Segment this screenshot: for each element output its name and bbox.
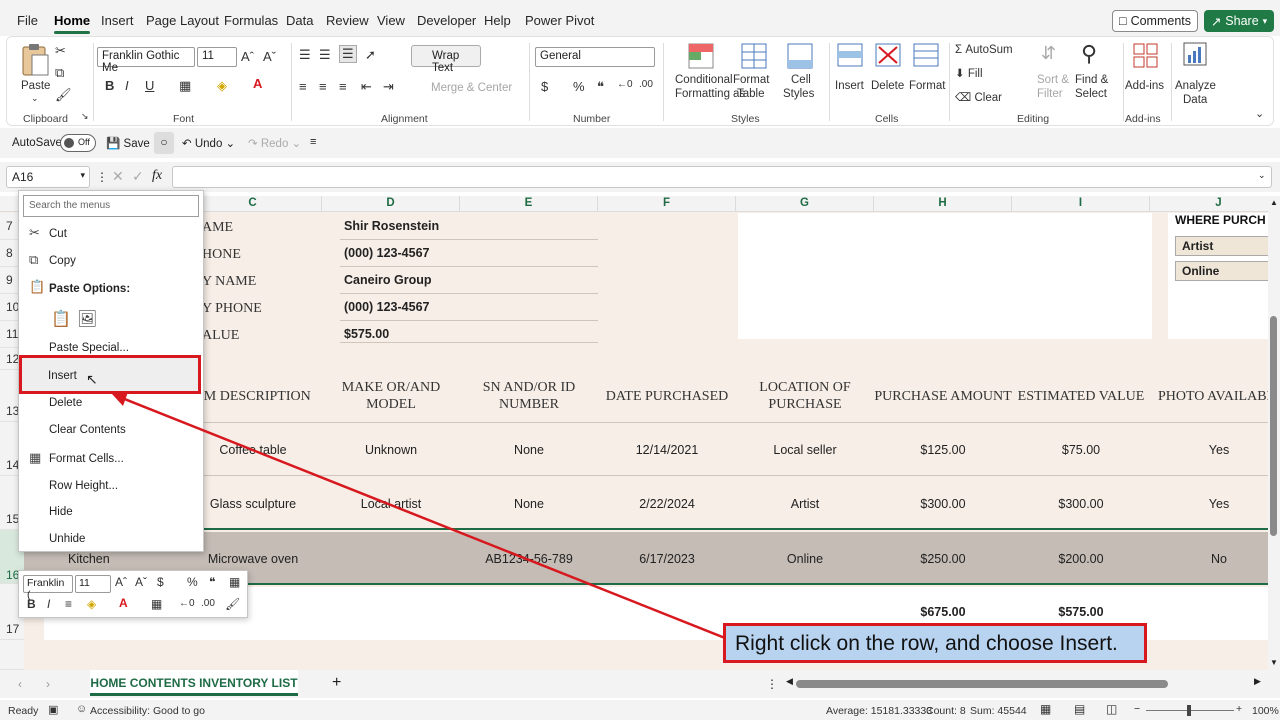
add-sheet-icon[interactable]: + (332, 674, 341, 692)
horizontal-scroll-thumb[interactable] (796, 680, 1168, 688)
page-layout-icon[interactable]: ▤ (1074, 702, 1085, 716)
sheet-tab-home-contents[interactable]: HOME CONTENTS INVENTORY LIST (90, 670, 298, 696)
zoom-out-icon[interactable]: − (1134, 703, 1140, 715)
zoom-in-icon[interactable]: + (1236, 703, 1242, 715)
page-break-icon[interactable]: ◫ (1106, 702, 1117, 716)
more-icon: ⋮ (766, 677, 778, 691)
macro-record-icon[interactable]: ▣ (48, 703, 58, 716)
scroll-left-icon[interactable]: ◀ (786, 676, 793, 687)
prev-sheet-icon[interactable]: ‹ (18, 677, 22, 691)
zoom-slider-thumb[interactable] (1187, 705, 1191, 716)
sheet-tab-bar: ‹ › HOME CONTENTS INVENTORY LIST + ⋮ ◀ ▶ (0, 670, 1280, 698)
next-sheet-icon[interactable]: › (46, 677, 50, 691)
status-bar: Ready ▣ ☺ Accessibility: Good to go Aver… (0, 700, 1280, 720)
instruction-callout: Right click on the row, and choose Inser… (723, 623, 1147, 663)
normal-view-icon[interactable]: ▦ (1040, 702, 1051, 716)
callout-arrow (112, 392, 731, 642)
accessibility-icon[interactable]: ☺ (76, 703, 87, 715)
scroll-right-icon[interactable]: ▶ (1254, 676, 1261, 687)
